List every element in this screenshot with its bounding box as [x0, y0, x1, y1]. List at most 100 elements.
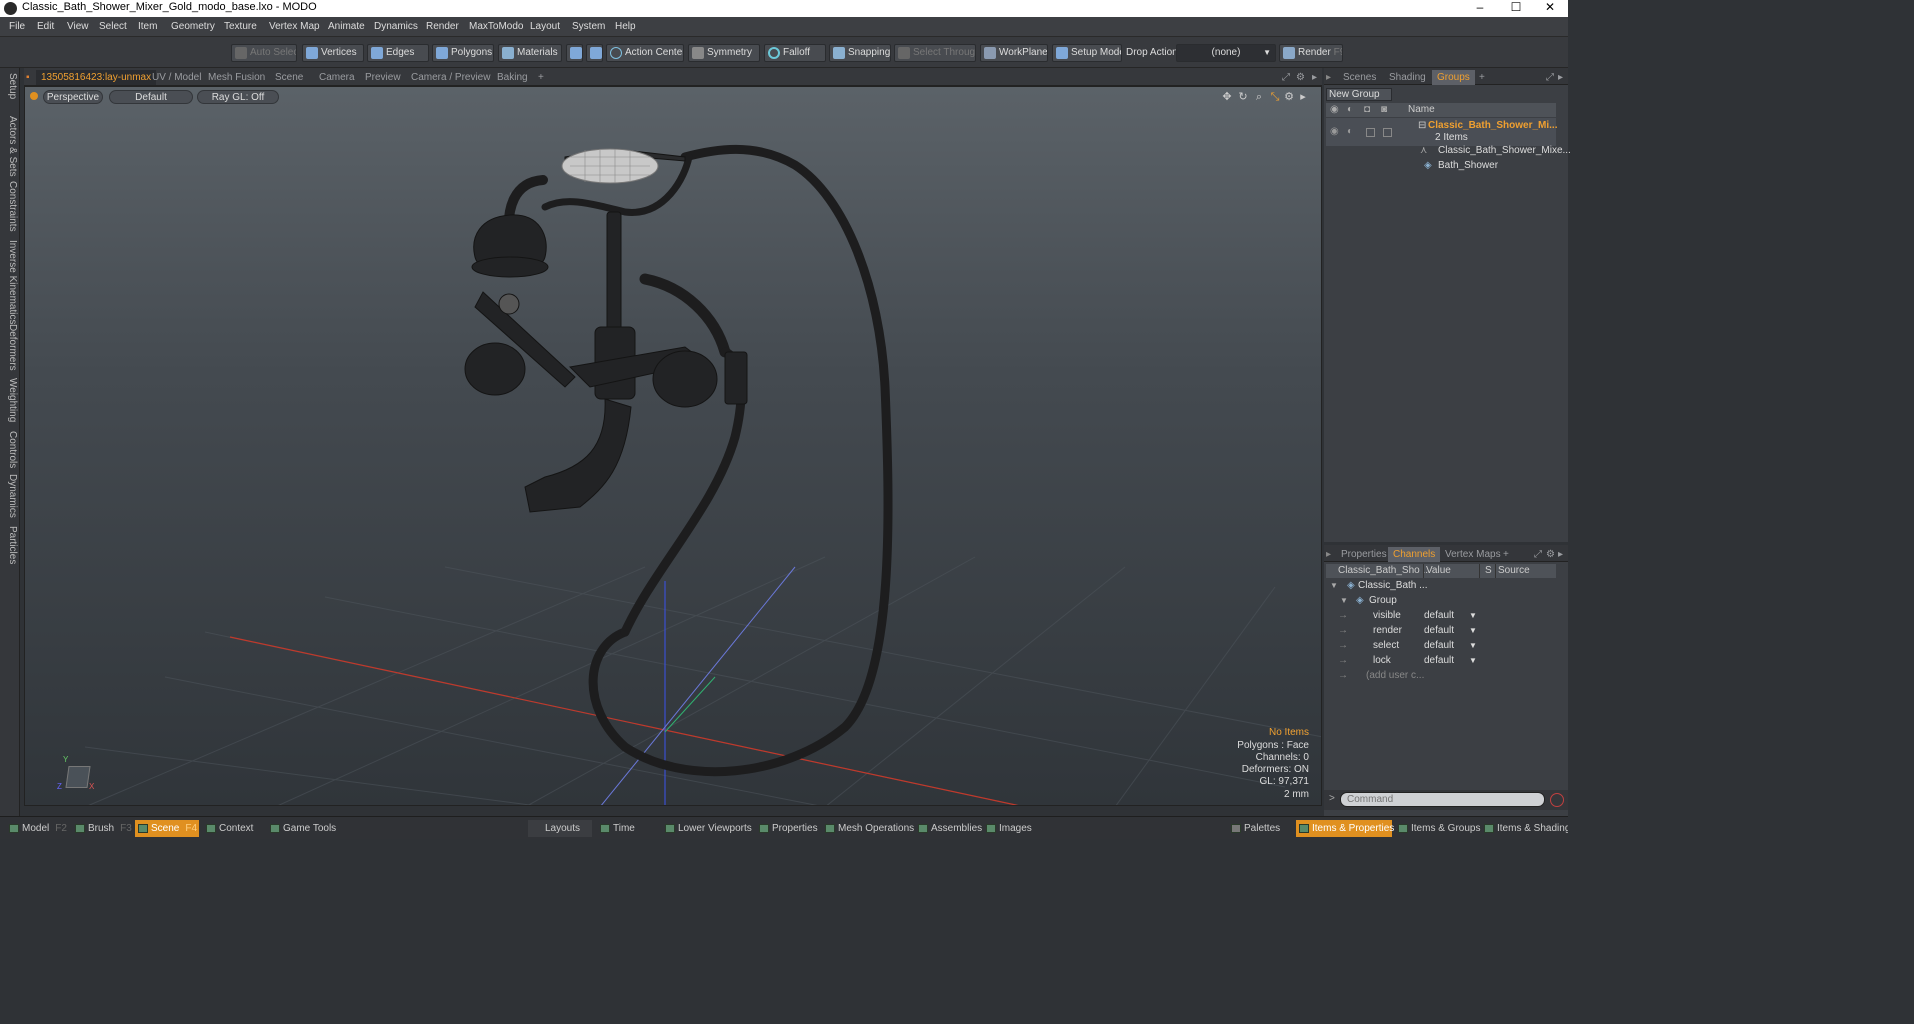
- tab-setup[interactable]: Setup: [2, 73, 18, 99]
- channel-group-row[interactable]: ▼ ◈ Group: [1326, 593, 1556, 608]
- select-toggle-checkbox[interactable]: [1366, 128, 1375, 137]
- gear-icon[interactable]: ⚙: [1296, 70, 1305, 85]
- channel-row[interactable]: → lock default ▼: [1326, 653, 1556, 668]
- group-child-row[interactable]: ⋏ Classic_Bath_Shower_Mixe...: [1326, 143, 1571, 158]
- menu-geometry[interactable]: Geometry: [171, 21, 215, 32]
- chevron-down-icon[interactable]: ▼: [1469, 653, 1477, 668]
- properties-button[interactable]: Properties: [756, 820, 820, 837]
- tab-groups[interactable]: Groups: [1432, 70, 1475, 85]
- images-button[interactable]: Images: [983, 820, 1045, 837]
- expand-arrow-icon[interactable]: ▼: [1330, 578, 1338, 593]
- workplane-button[interactable]: WorkPlane: [980, 44, 1048, 62]
- eye-icon[interactable]: ◉: [1330, 103, 1339, 117]
- channel-row[interactable]: → select default ▼: [1326, 638, 1556, 653]
- command-input[interactable]: [1340, 792, 1545, 807]
- tab-controls[interactable]: Controls: [2, 431, 18, 468]
- symmetry-button[interactable]: Symmetry: [688, 44, 760, 62]
- add-user-channel-row[interactable]: → (add user c...: [1326, 668, 1556, 683]
- falloff-button[interactable]: Falloff: [764, 44, 826, 62]
- tab-deformers[interactable]: Deformers: [2, 324, 18, 371]
- 3d-viewport[interactable]: Perspective Default Ray GL: Off ✥ ↻ ⌕ ⤡ …: [24, 86, 1322, 806]
- tab-properties[interactable]: Properties: [1336, 547, 1392, 562]
- brush-layout-button[interactable]: Brush F3: [72, 820, 134, 837]
- tab-scene[interactable]: Scene: [270, 70, 308, 85]
- snapping-button[interactable]: Snapping: [829, 44, 891, 62]
- items-properties-button[interactable]: Items & Properties: [1296, 820, 1394, 837]
- add-tab-button[interactable]: +: [533, 70, 549, 85]
- menu-animate[interactable]: Animate: [328, 21, 365, 32]
- tab-camera[interactable]: Camera: [314, 70, 360, 85]
- channel-row[interactable]: → visible default ▼: [1326, 608, 1556, 623]
- tab-uv-model[interactable]: UV / Model: [147, 70, 206, 85]
- vertices-button[interactable]: Vertices: [302, 44, 364, 62]
- menu-file[interactable]: File: [9, 21, 25, 32]
- auto-select-button[interactable]: Auto Select: [231, 44, 297, 62]
- palettes-button[interactable]: Palettes: [1228, 820, 1290, 837]
- chevron-right-icon[interactable]: ▸: [1558, 70, 1563, 85]
- chevron-right-icon[interactable]: ▸: [1312, 70, 1317, 85]
- action-center-button[interactable]: Action Center: [606, 44, 684, 62]
- time-button[interactable]: Time: [597, 820, 659, 837]
- lock-toggle-checkbox[interactable]: [1383, 128, 1392, 137]
- tab-mesh-fusion[interactable]: Mesh Fusion: [203, 70, 270, 85]
- menu-render[interactable]: Render: [426, 21, 459, 32]
- menu-item[interactable]: Item: [138, 21, 157, 32]
- chevron-down-icon[interactable]: ▼: [1469, 638, 1477, 653]
- gear-icon[interactable]: ⚙: [1546, 547, 1555, 562]
- tab-particles[interactable]: Particles: [2, 526, 18, 564]
- tab-weighting[interactable]: Weighting: [2, 378, 18, 422]
- scene-layout-button[interactable]: Scene F4: [135, 820, 199, 837]
- menu-help[interactable]: Help: [615, 21, 636, 32]
- panel-menu-icon[interactable]: ▸: [1326, 547, 1336, 562]
- items-shading-button[interactable]: Items & Shading: [1481, 820, 1568, 837]
- assemblies-button[interactable]: Assemblies: [915, 820, 982, 837]
- tab-dynamics[interactable]: Dynamics: [2, 474, 18, 518]
- tab-camera-preview[interactable]: Camera / Preview: [406, 70, 495, 85]
- eye-icon[interactable]: ◉: [1330, 124, 1339, 139]
- lower-viewports-button[interactable]: Lower Viewports: [662, 820, 752, 837]
- menu-dynamics[interactable]: Dynamics: [374, 21, 418, 32]
- tab-baking[interactable]: Baking: [492, 70, 533, 85]
- tab-inverse-kinematics[interactable]: Inverse Kinematics: [2, 240, 18, 324]
- expand-arrow-icon[interactable]: ▼: [1340, 593, 1348, 608]
- close-button[interactable]: ✕: [1532, 0, 1568, 17]
- items-groups-button[interactable]: Items & Groups: [1395, 820, 1480, 837]
- mesh-select-button-1[interactable]: [566, 44, 583, 62]
- new-group-button[interactable]: New Group: [1326, 88, 1392, 101]
- tab-channels[interactable]: Channels: [1388, 547, 1441, 562]
- tab-constraints[interactable]: Constraints: [2, 181, 18, 232]
- record-icon[interactable]: [1550, 793, 1564, 807]
- tab-preview[interactable]: Preview: [360, 70, 406, 85]
- mesh-operations-button[interactable]: Mesh Operations: [822, 820, 914, 837]
- channel-row[interactable]: → render default ▼: [1326, 623, 1556, 638]
- add-user-channel[interactable]: (add user c...: [1366, 668, 1424, 683]
- context-layout-button[interactable]: Context: [203, 820, 265, 837]
- maximize-icon[interactable]: ⤢: [1534, 547, 1542, 562]
- render-toggle-icon[interactable]: ◐: [1347, 103, 1353, 117]
- polygons-button[interactable]: Polygons: [432, 44, 494, 62]
- menu-system[interactable]: System: [572, 21, 605, 32]
- menu-view[interactable]: View: [67, 21, 89, 32]
- render-toggle-icon[interactable]: ◐: [1347, 124, 1353, 139]
- chevron-down-icon[interactable]: ▼: [1469, 623, 1477, 638]
- materials-button[interactable]: Materials: [498, 44, 562, 62]
- drop-action-select[interactable]: (none) ▼: [1176, 44, 1276, 62]
- tab-shading[interactable]: Shading: [1384, 70, 1431, 85]
- tab-actors-sets[interactable]: Actors & Sets: [2, 116, 18, 177]
- select-through-button[interactable]: Select Through: [894, 44, 976, 62]
- tab-scenes[interactable]: Scenes: [1338, 70, 1381, 85]
- edges-button[interactable]: Edges: [367, 44, 429, 62]
- channel-root-row[interactable]: ▼ ◈ Classic_Bath ...: [1326, 578, 1556, 593]
- lock-toggle-icon[interactable]: ◙: [1381, 103, 1387, 117]
- select-toggle-icon[interactable]: ◘: [1364, 103, 1370, 117]
- menu-vertex-map[interactable]: Vertex Map: [269, 21, 320, 32]
- add-panel-tab[interactable]: +: [1498, 547, 1514, 562]
- tab-layout-unmax[interactable]: 13505816423:lay-unmax: [36, 70, 157, 85]
- mesh-select-button-2[interactable]: [586, 44, 603, 62]
- game-tools-layout-button[interactable]: Game Tools: [267, 820, 339, 837]
- minimize-button[interactable]: –: [1462, 0, 1498, 17]
- menu-select[interactable]: Select: [99, 21, 127, 32]
- menu-layout[interactable]: Layout: [530, 21, 560, 32]
- add-panel-tab[interactable]: +: [1474, 70, 1490, 85]
- chevron-down-icon[interactable]: ▼: [1469, 608, 1477, 623]
